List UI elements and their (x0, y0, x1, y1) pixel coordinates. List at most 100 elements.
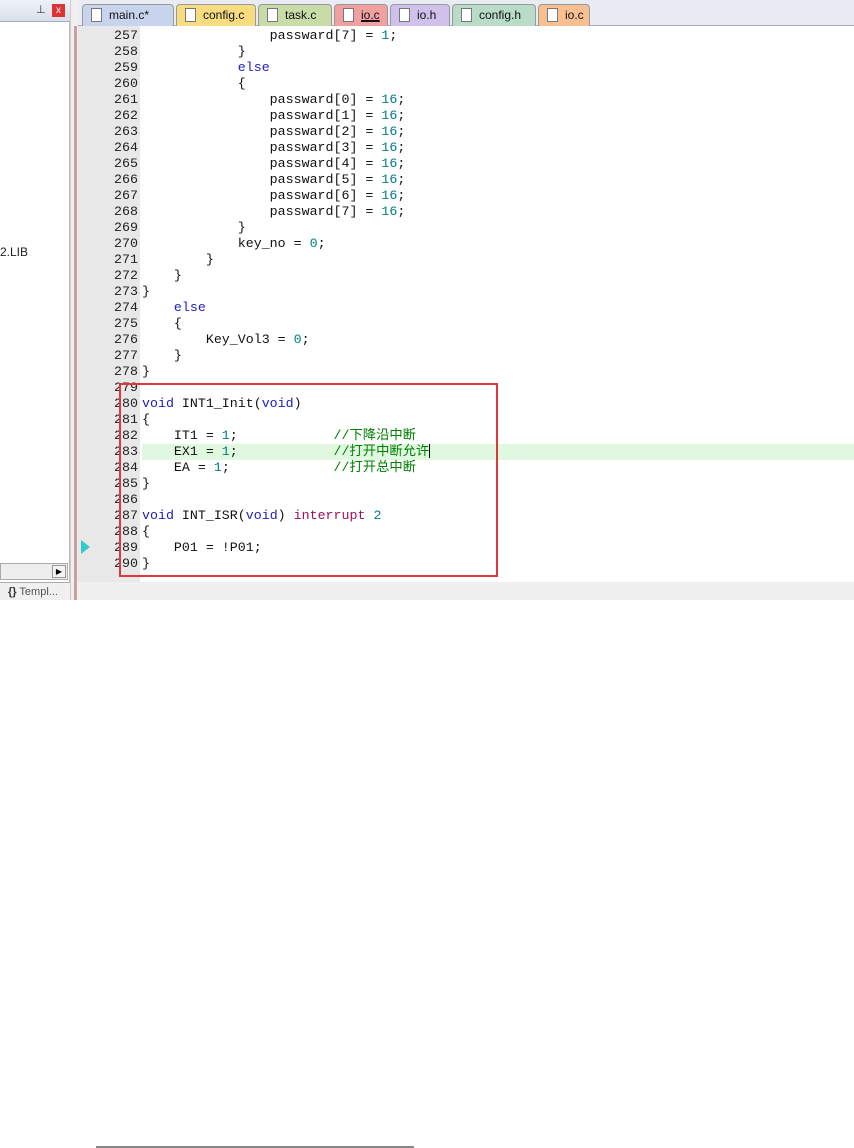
code-line[interactable]: 267 passward[6] = 16; (78, 188, 854, 204)
code-line[interactable]: 268 passward[7] = 16; (78, 204, 854, 220)
tab-label: task.c (285, 8, 317, 22)
code-token: } (142, 252, 214, 267)
line-code[interactable]: passward[7] = 16; (142, 204, 854, 220)
code-token: 16 (381, 108, 398, 123)
line-number: 274 (114, 300, 138, 315)
code-line[interactable]: 262 passward[1] = 16; (78, 108, 854, 124)
line-code[interactable]: } (142, 348, 854, 364)
tab-main-c-[interactable]: main.c* (82, 4, 174, 26)
tab-config-c[interactable]: config.c (176, 4, 256, 26)
code-token: ; (397, 204, 406, 219)
code-line[interactable]: 263 passward[2] = 16; (78, 124, 854, 140)
line-code[interactable]: { (142, 76, 854, 92)
execution-marker-icon (81, 540, 90, 554)
code-token: passward[1] = (142, 108, 382, 123)
code-editor[interactable]: 257 passward[7] = 1; 258 } 259 else 260 {26… (78, 26, 854, 1148)
code-token: ; (397, 172, 406, 187)
tab-io-h[interactable]: io.h (390, 4, 450, 26)
tab-task-c[interactable]: task.c (258, 4, 332, 26)
code-token: 16 (381, 140, 398, 155)
code-token: ; (397, 108, 406, 123)
line-code[interactable]: } (142, 44, 854, 60)
line-code[interactable]: } (142, 364, 854, 380)
code-line[interactable]: 276 Key_Vol3 = 0; (78, 332, 854, 348)
pin-icon[interactable]: ⊥ (36, 3, 46, 16)
line-number: 275 (114, 316, 138, 331)
line-code[interactable]: passward[4] = 16; (142, 156, 854, 172)
line-number: 264 (114, 140, 138, 155)
line-number: 276 (114, 332, 138, 347)
code-line[interactable]: 266 passward[5] = 16; (78, 172, 854, 188)
line-code[interactable]: } (142, 268, 854, 284)
line-code[interactable]: passward[3] = 16; (142, 140, 854, 156)
code-line[interactable]: 275 { (78, 316, 854, 332)
code-line[interactable]: 274 else (78, 300, 854, 316)
code-line[interactable]: 272 } (78, 268, 854, 284)
tab-label: main.c* (109, 8, 150, 22)
code-line[interactable]: 270 key_no = 0; (78, 236, 854, 252)
line-code[interactable]: passward[0] = 16; (142, 92, 854, 108)
tab-io-c[interactable]: io.c (334, 4, 388, 26)
code-line[interactable]: 265 passward[4] = 16; (78, 156, 854, 172)
line-number: 267 (114, 188, 138, 203)
line-number: 261 (114, 92, 138, 107)
line-number: 257 (114, 28, 138, 43)
code-token: passward[3] = (142, 140, 382, 155)
horizontal-scrollbar[interactable]: ▶ (0, 563, 68, 580)
code-line[interactable]: 257 passward[7] = 1; (78, 28, 854, 44)
line-number: 259 (114, 60, 138, 75)
line-code[interactable]: passward[1] = 16; (142, 108, 854, 124)
code-token: Key_Vol3 = (142, 332, 294, 347)
code-token: ; (397, 92, 406, 107)
code-token: ; (317, 236, 326, 251)
tab-label: io.c (565, 8, 584, 22)
splitter[interactable] (70, 0, 78, 600)
code-line[interactable]: 269 } (78, 220, 854, 236)
editor-horizontal-scrollbar[interactable] (78, 582, 854, 1148)
line-code[interactable]: passward[2] = 16; (142, 124, 854, 140)
code-line[interactable]: 264 passward[3] = 16; (78, 140, 854, 156)
code-line[interactable]: 278} (78, 364, 854, 380)
code-token: passward[2] = (142, 124, 382, 139)
line-number: 270 (114, 236, 138, 251)
code-line[interactable]: 273} (78, 284, 854, 300)
line-code[interactable]: { (142, 316, 854, 332)
tab-io-c[interactable]: io.c (538, 4, 590, 26)
line-number: 263 (114, 124, 138, 139)
code-token: } (142, 284, 150, 299)
highlight-box (119, 383, 498, 577)
line-code[interactable]: } (142, 252, 854, 268)
code-token: } (142, 44, 246, 59)
project-item[interactable]: 2.LIB (0, 245, 28, 259)
line-code[interactable]: } (142, 220, 854, 236)
line-code[interactable]: Key_Vol3 = 0; (142, 332, 854, 348)
line-code[interactable]: passward[5] = 16; (142, 172, 854, 188)
code-token: else (173, 300, 206, 315)
templates-tab[interactable]: {} Templ... (0, 582, 70, 600)
code-token: passward[5] = (142, 172, 382, 187)
code-line[interactable]: 258 } (78, 44, 854, 60)
line-number: 266 (114, 172, 138, 187)
code-line[interactable]: 259 else (78, 60, 854, 76)
line-code[interactable]: key_no = 0; (142, 236, 854, 252)
code-token: else (237, 60, 270, 75)
code-token: 16 (381, 124, 398, 139)
code-line[interactable]: 277 } (78, 348, 854, 364)
templates-tab-label: Templ... (19, 586, 58, 598)
line-code[interactable]: else (142, 60, 854, 76)
line-code[interactable]: passward[6] = 16; (142, 188, 854, 204)
line-number: 272 (114, 268, 138, 283)
line-number: 265 (114, 156, 138, 171)
code-line[interactable]: 261 passward[0] = 16; (78, 92, 854, 108)
line-number: 262 (114, 108, 138, 123)
line-code[interactable]: } (142, 284, 854, 300)
tab-config-h[interactable]: config.h (452, 4, 536, 26)
scroll-right-icon[interactable]: ▶ (52, 565, 66, 578)
close-icon[interactable]: x (52, 4, 65, 17)
line-code[interactable]: else (142, 300, 854, 316)
line-code[interactable]: passward[7] = 1; (142, 28, 854, 44)
code-token: ; (397, 188, 406, 203)
code-line[interactable]: 260 { (78, 76, 854, 92)
code-line[interactable]: 271 } (78, 252, 854, 268)
